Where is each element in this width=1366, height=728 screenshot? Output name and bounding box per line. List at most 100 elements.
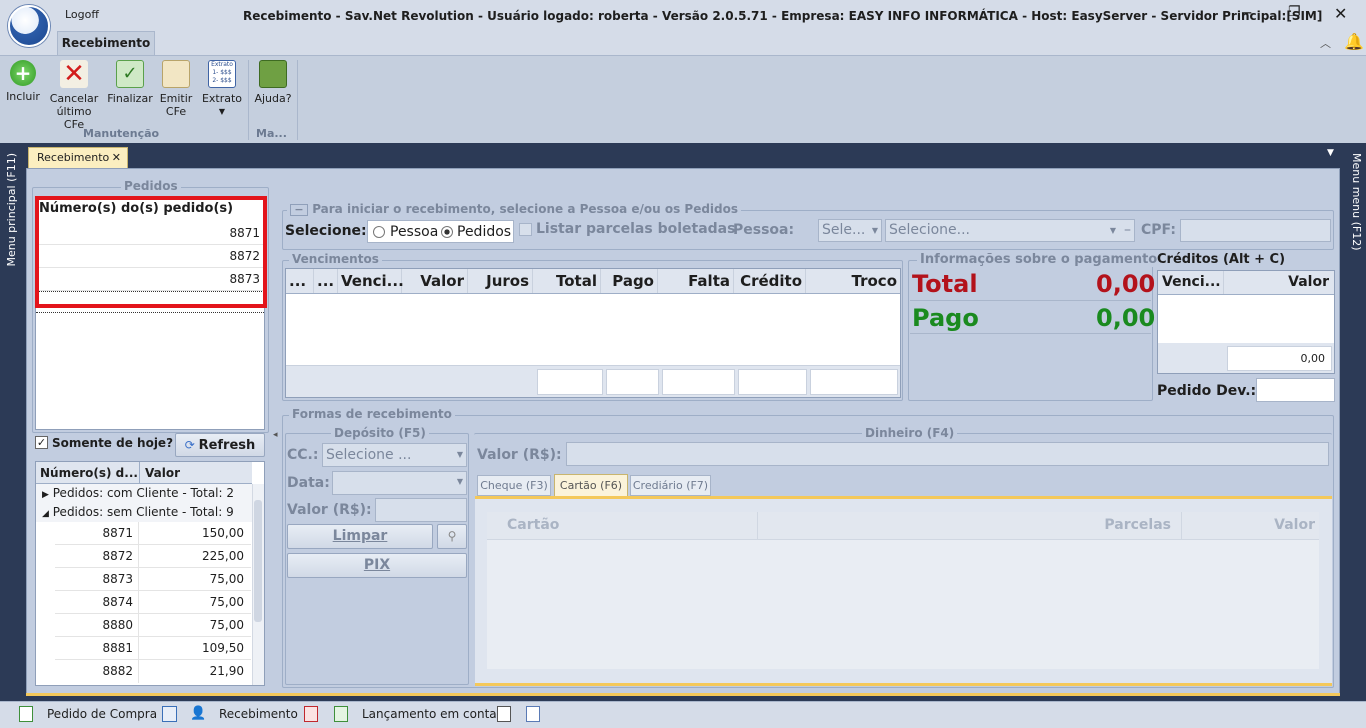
selecione-label: Selecione:	[285, 223, 367, 239]
info-legend: Informações sobre o pagamento	[917, 252, 1161, 267]
tab-cartao[interactable]: Cartão (F6)	[554, 474, 628, 497]
col-header[interactable]: Total	[533, 269, 601, 293]
collapse-icon[interactable]: ◢	[42, 509, 49, 519]
col-valor[interactable]: Valor	[145, 466, 180, 480]
pessoa-radio[interactable]	[373, 226, 385, 238]
col-header[interactable]: Venci...	[338, 269, 404, 293]
status-recebimento[interactable]: Recebimento	[219, 707, 298, 721]
cell-num: 8881	[55, 637, 139, 659]
vencimentos-legend: Vencimentos	[289, 252, 382, 266]
ajuda-button[interactable]: Ajuda?	[253, 60, 293, 105]
collapse-icon[interactable]: −	[290, 204, 308, 216]
listar-checkbox[interactable]	[519, 223, 532, 236]
incluir-button[interactable]: + Incluir	[2, 60, 44, 103]
table-row[interactable]: 8881 109,50	[55, 637, 251, 660]
col-header[interactable]: Juros	[468, 269, 533, 293]
limpar-button[interactable]: Limpar	[287, 524, 433, 549]
col-header[interactable]: Valor	[1224, 271, 1334, 294]
tab-cheque[interactable]: Cheque (F3)	[477, 475, 551, 496]
col-header[interactable]: Pago	[601, 269, 658, 293]
app-logo[interactable]	[8, 5, 50, 47]
minimize-icon[interactable]: ─	[1242, 4, 1251, 22]
col-header[interactable]: Troco	[806, 269, 900, 293]
col-numero[interactable]: Número(s) d...	[40, 466, 138, 480]
doc-tab-recebimento[interactable]: Recebimento ✕	[28, 147, 128, 169]
ledger-icon[interactable]	[334, 706, 348, 722]
status-lancamento[interactable]: Lançamento em conta	[362, 707, 497, 721]
col-header[interactable]: ...	[314, 269, 338, 293]
col-header[interactable]: ...	[286, 269, 314, 293]
din-valor-input[interactable]	[566, 442, 1329, 466]
logoff-link[interactable]: Logoff	[65, 8, 99, 21]
menu-menu-toggle[interactable]: Menu menu (F12)	[1350, 153, 1363, 251]
cancelar-cfe-button[interactable]: ✕ Cancelar último CFe	[46, 60, 102, 131]
pessoa-search-select[interactable]: Selecione... ▼ –	[885, 219, 1135, 242]
tab-crediario[interactable]: Crediário (F7)	[630, 475, 711, 496]
table-row[interactable]: 8873 75,00	[55, 568, 251, 591]
somente-hoje-label: Somente de hoje?	[52, 436, 174, 450]
notes-icon[interactable]	[526, 706, 540, 722]
total-footer-cell	[537, 369, 603, 395]
deposito-legend: Depósito (F5)	[331, 426, 429, 440]
user-icon[interactable]: 👤	[190, 706, 207, 722]
finalizar-button[interactable]: ✓ Finalizar	[107, 60, 153, 105]
extrato-button[interactable]: Extrato 1- $$$ 2- $$$ Extrato ▼	[200, 60, 244, 118]
table-row[interactable]: 8882 21,90	[55, 660, 251, 683]
col-header[interactable]: Valor	[402, 269, 468, 293]
valor-input[interactable]	[375, 498, 467, 522]
group-row-sem-cliente[interactable]: ◢ Pedidos: sem Cliente - Total: 9	[36, 503, 252, 522]
col-header[interactable]: Parcelas	[758, 512, 1182, 539]
pedido-compra-icon[interactable]	[19, 706, 33, 722]
table-row[interactable]: 8872 225,00	[55, 545, 251, 568]
cpf-input[interactable]	[1180, 219, 1331, 242]
col-header[interactable]: Crédito	[734, 269, 806, 293]
ribbon-separator	[248, 60, 249, 140]
table-row[interactable]: 8871 150,00	[55, 522, 251, 545]
cc-select-value: Selecione ...	[326, 447, 412, 463]
status-pedido-compra[interactable]: Pedido de Compra	[47, 707, 157, 721]
pessoa-select[interactable]: Sele... ▼	[818, 219, 882, 242]
cc-select[interactable]: Selecione ... ▼	[322, 443, 467, 467]
restore-icon[interactable]: ❐	[1288, 4, 1301, 20]
refresh-button[interactable]: ⟳ Refresh	[175, 433, 265, 457]
collapse-ribbon-icon[interactable]: ︿	[1320, 35, 1331, 51]
creditos-title: Créditos (Alt + C)	[1157, 252, 1286, 267]
pedidos-legend: Pedidos	[121, 179, 181, 193]
report-icon[interactable]	[304, 706, 318, 722]
emitir-cfe-button[interactable]: Emitir CFe	[156, 60, 196, 118]
cpf-label: CPF:	[1141, 222, 1176, 238]
col-header[interactable]: Venci...	[1158, 271, 1224, 294]
tab-list-icon[interactable]: ▼	[1327, 148, 1334, 158]
add-document-icon[interactable]	[162, 706, 177, 722]
pago-value: 0,00	[1096, 304, 1156, 332]
splitter-arrow-icon[interactable]: ◂	[273, 430, 278, 440]
col-header[interactable]: Cartão	[487, 512, 758, 539]
extrato-label: Extrato	[201, 92, 243, 105]
scrollbar-thumb[interactable]	[254, 500, 262, 622]
somente-hoje-checkbox[interactable]: ✓	[35, 436, 48, 449]
table-row[interactable]: 8880 75,00	[55, 614, 251, 637]
calculator-icon[interactable]	[497, 706, 511, 722]
pago-footer-cell	[606, 369, 659, 395]
chevron-down-icon: ▼	[871, 226, 878, 235]
search-icon[interactable]: ⚲	[437, 524, 467, 549]
pedido-dev-input[interactable]	[1256, 378, 1335, 402]
cell-valor: 21,90	[209, 664, 244, 678]
pedidos-radio[interactable]	[441, 226, 453, 238]
total-value: 0,00	[1096, 270, 1156, 298]
col-header[interactable]: Valor	[1182, 512, 1319, 539]
help-book-icon	[259, 60, 287, 88]
menu-principal-toggle[interactable]: Menu principal (F11)	[5, 153, 18, 267]
group-row-com-cliente[interactable]: ▶ Pedidos: com Cliente - Total: 2	[36, 484, 252, 503]
group-label: Pedidos: sem Cliente - Total: 9	[52, 505, 234, 519]
expand-icon[interactable]: ▶	[42, 490, 49, 500]
table-row[interactable]: 8874 75,00	[55, 591, 251, 614]
close-window-icon[interactable]: ✕	[1334, 4, 1347, 23]
ribbon-tab-recebimento[interactable]: Recebimento	[57, 31, 155, 55]
pix-button[interactable]: PIX	[287, 553, 467, 578]
notification-bell-icon[interactable]: 🔔	[1344, 32, 1364, 51]
data-select[interactable]: ▼	[332, 471, 467, 495]
col-header[interactable]: Falta	[658, 269, 734, 293]
close-tab-icon[interactable]: ✕	[112, 148, 121, 168]
divider	[910, 300, 1151, 301]
